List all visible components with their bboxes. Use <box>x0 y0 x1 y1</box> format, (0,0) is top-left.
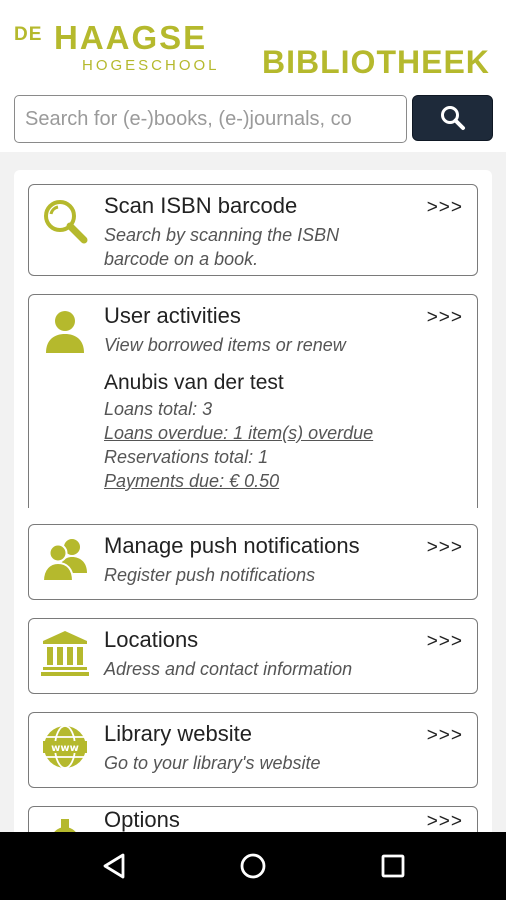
recents-icon <box>381 854 405 878</box>
options-card[interactable]: Options >>> <box>28 806 478 832</box>
card-title: Manage push notifications <box>104 533 360 558</box>
logo-de: DE <box>14 24 43 45</box>
logo-bibliotheek: BIBLIOTHEEK <box>262 44 490 80</box>
card-title: Options <box>104 807 180 832</box>
card-title: Scan ISBN barcode <box>104 193 298 218</box>
loans-overdue-link[interactable]: Loans overdue: 1 item(s) overdue <box>104 423 373 444</box>
logo-hogeschool: HOGESCHOOL <box>82 57 220 74</box>
card-description: Register push notifications <box>104 565 316 585</box>
home-button[interactable] <box>233 846 273 886</box>
card-description: View borrowed items or renew <box>104 335 346 355</box>
scan-isbn-card[interactable]: Scan ISBN barcode Search by scanning the… <box>28 184 478 276</box>
system-navigation-bar <box>0 832 506 900</box>
svg-text:www: www <box>51 743 79 754</box>
search-button[interactable] <box>412 95 493 141</box>
user-activities-card[interactable]: User activities View borrowed items or r… <box>28 294 478 508</box>
logo-haagse: HAAGSE <box>54 19 208 56</box>
card-description: Go to your library's website <box>104 753 321 773</box>
card-description: Search by scanning the ISBN barcode on a… <box>104 225 340 269</box>
chevrons-icon: >>> <box>426 631 463 652</box>
library-website-card[interactable]: www Library website Go to your library's… <box>28 712 478 788</box>
users-icon <box>41 539 87 582</box>
search-bar <box>0 90 506 152</box>
chevrons-icon: >>> <box>426 307 463 328</box>
home-icon <box>240 853 266 879</box>
user-name: Anubis van der test <box>104 371 284 394</box>
push-notifications-card[interactable]: Manage push notifications Register push … <box>28 524 478 600</box>
user-icon <box>46 311 84 353</box>
building-icon <box>41 631 89 676</box>
payments-due-link[interactable]: Payments due: € 0.50 <box>104 471 279 492</box>
card-title: Library website <box>104 721 252 746</box>
app-header: DE HAAGSE HOGESCHOOL BIBLIOTHEEK <box>0 0 506 90</box>
back-icon <box>103 853 125 879</box>
magnifier-icon <box>44 200 88 244</box>
chevrons-icon: >>> <box>426 725 463 746</box>
chevrons-icon: >>> <box>426 537 463 558</box>
back-button[interactable] <box>94 846 134 886</box>
recents-button[interactable] <box>373 846 413 886</box>
search-input[interactable] <box>14 95 407 143</box>
card-title: Locations <box>104 627 199 652</box>
main-content: Scan ISBN barcode Search by scanning the… <box>0 152 506 832</box>
reservations-total: Reservations total: 1 <box>104 447 269 467</box>
locations-card[interactable]: Locations Adress and contact information… <box>28 618 478 694</box>
www-globe-icon: www <box>43 725 87 769</box>
card-description: Adress and contact information <box>104 659 353 679</box>
loans-total: Loans total: 3 <box>104 399 213 419</box>
chevrons-icon: >>> <box>426 811 463 832</box>
card-title: User activities <box>104 303 241 328</box>
chevrons-icon: >>> <box>426 197 463 218</box>
gear-icon <box>54 819 76 832</box>
search-icon <box>440 106 465 130</box>
menu-panel: Scan ISBN barcode Search by scanning the… <box>14 170 492 832</box>
